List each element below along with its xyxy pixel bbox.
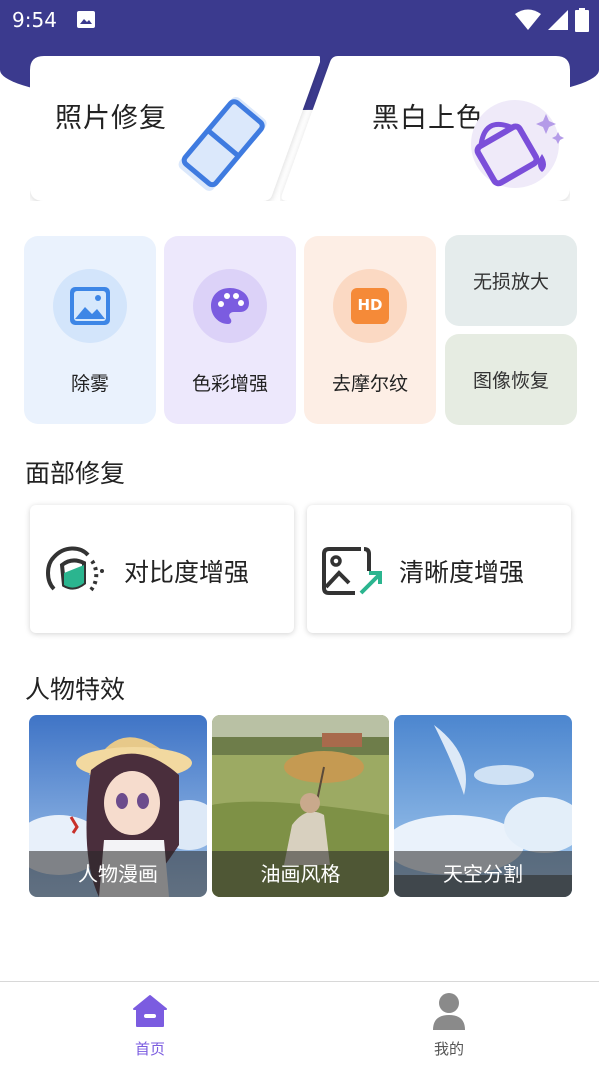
image-icon <box>70 287 110 325</box>
photo-repair-card[interactable]: 照片修复 <box>30 56 320 201</box>
anime-effect-card[interactable]: 人物漫画 <box>29 715 207 897</box>
image-sharpen-icon <box>322 547 382 595</box>
contrast-enhance-card[interactable]: 对比度增强 <box>30 505 294 633</box>
status-time: 9:54 <box>12 8 57 32</box>
clarity-enhance-label: 清晰度增强 <box>399 558 525 587</box>
defog-label: 除雾 <box>70 373 109 395</box>
user-icon <box>433 993 465 1030</box>
palette-icon <box>211 288 249 324</box>
face-repair-section-title: 面部修复 <box>25 459 126 488</box>
colorize-card[interactable]: 黑白上色 <box>280 56 570 201</box>
battery-icon <box>575 8 589 32</box>
photo-repair-title: 照片修复 <box>55 103 167 134</box>
sky-segmentation-effect-label: 天空分割 <box>394 851 572 897</box>
demoire-label: 去摩尔纹 <box>331 373 408 395</box>
wifi-icon <box>515 9 541 30</box>
home-icon <box>133 995 167 1027</box>
oil-painting-effect-label: 油画风格 <box>212 851 389 897</box>
gallery-notification-icon <box>77 11 95 28</box>
face-contrast-icon <box>46 546 104 593</box>
demoire-tile[interactable]: HD 去摩尔纹 <box>304 236 436 424</box>
effects-section-title: 人物特效 <box>25 675 126 704</box>
nav-mine-label: 我的 <box>433 1040 464 1058</box>
color-enhance-tile[interactable]: 色彩增强 <box>164 236 296 424</box>
anime-effect-label: 人物漫画 <box>29 851 207 897</box>
hd-badge-text: HD <box>357 296 383 314</box>
nav-home-label: 首页 <box>134 1040 165 1058</box>
nav-mine[interactable]: 我的 <box>389 982 509 1065</box>
bottom-nav: 首页 我的 <box>0 981 599 1065</box>
paint-bucket-icon <box>471 100 564 188</box>
image-restore-label: 图像恢复 <box>472 370 549 392</box>
oil-painting-effect-card[interactable]: 油画风格 <box>212 715 389 897</box>
status-indicators <box>515 8 589 32</box>
image-restore-tile[interactable]: 图像恢复 <box>445 334 577 425</box>
lossless-upscale-tile[interactable]: 无损放大 <box>445 235 577 326</box>
contrast-enhance-label: 对比度增强 <box>124 558 250 587</box>
nav-home[interactable]: 首页 <box>90 982 210 1065</box>
sky-segmentation-effect-card[interactable]: 天空分割 <box>394 715 572 897</box>
signal-icon <box>548 10 568 30</box>
color-enhance-label: 色彩增强 <box>191 373 268 395</box>
clarity-enhance-card[interactable]: 清晰度增强 <box>307 505 571 633</box>
eraser-icon <box>178 97 267 191</box>
lossless-upscale-label: 无损放大 <box>472 271 549 293</box>
defog-tile[interactable]: 除雾 <box>24 236 156 424</box>
status-bar: 9:54 <box>0 0 599 40</box>
